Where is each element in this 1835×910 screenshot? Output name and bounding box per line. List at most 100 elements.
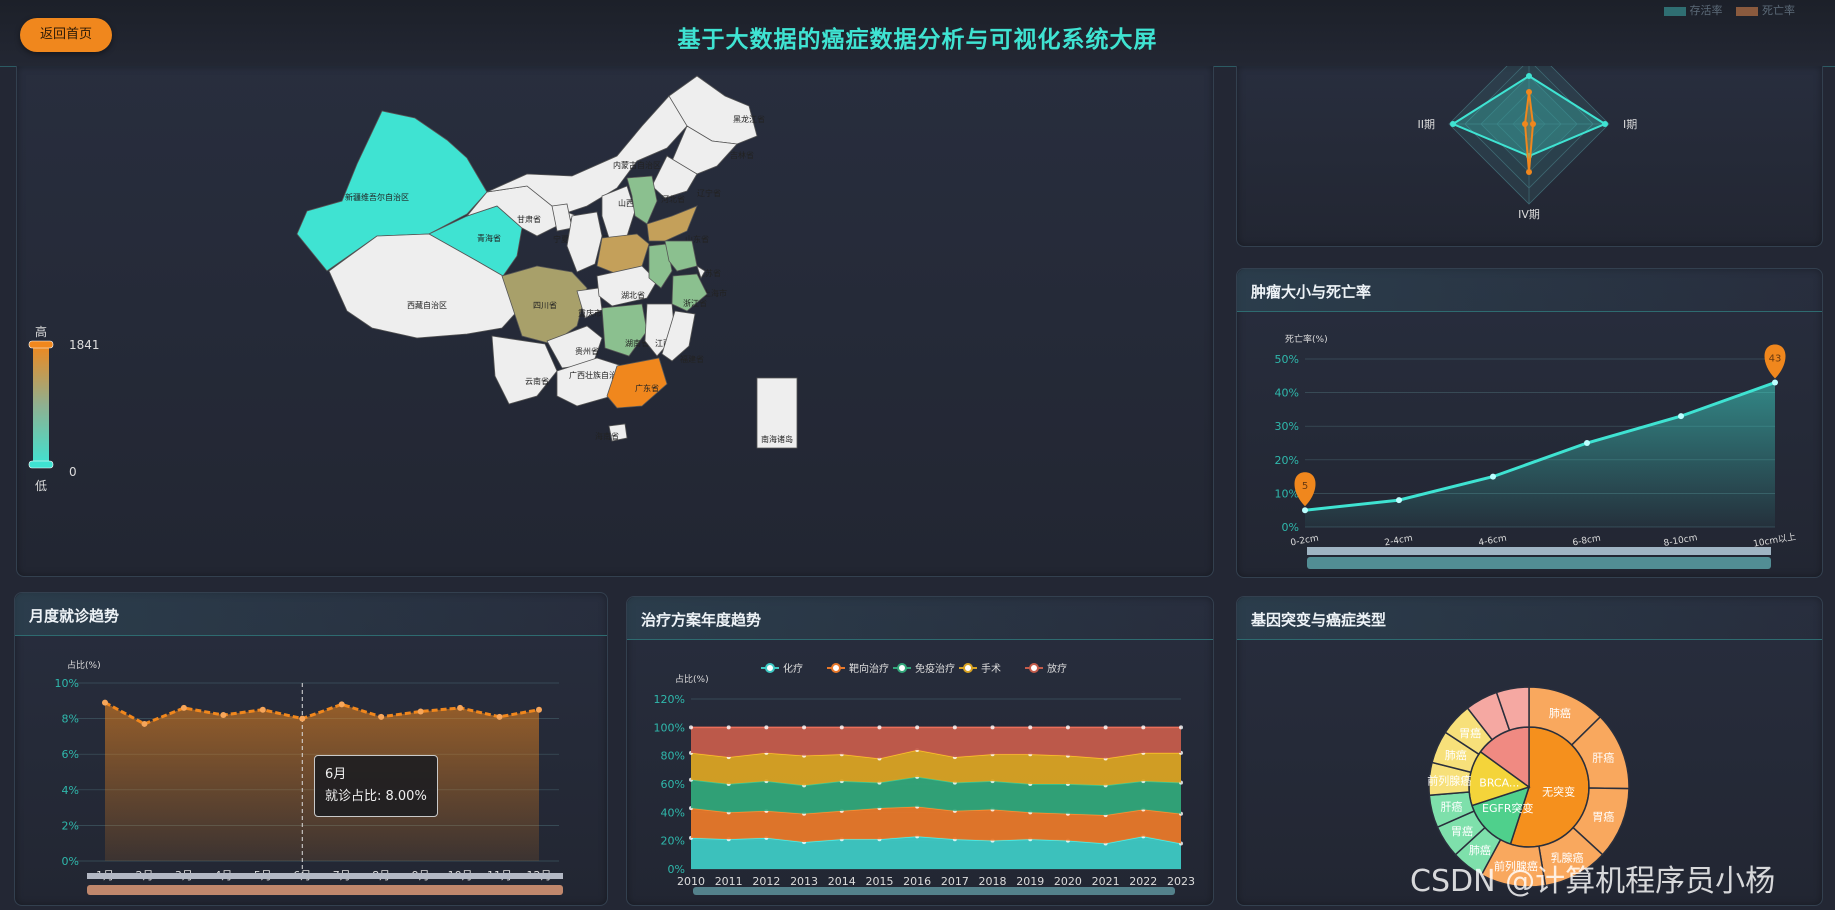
y-tick-label: 100% (654, 721, 685, 734)
map-region[interactable] (596, 265, 658, 307)
x-tick-label: 2020 (1054, 875, 1082, 888)
x-tick-label: 2023 (1167, 875, 1195, 888)
sunburst-outer-label: 胃癌 (1451, 824, 1473, 838)
top-legend: 存活率 死亡率 (1654, 2, 1795, 18)
radar-axis-label: IV期 (1518, 208, 1540, 221)
map-regions: 新疆维吾尔自治区青海省西藏自治区甘肃省内蒙古自治区黑龙江省吉林省辽宁省宁夏回族自… (296, 75, 798, 449)
x-tick-label: 0-2cm (1290, 534, 1320, 549)
y-tick-label: 50% (1275, 353, 1299, 366)
map-region[interactable] (668, 75, 758, 145)
tumor-point (1396, 497, 1402, 504)
x-tick-label: 2010 (677, 875, 705, 888)
radar-point (1450, 121, 1456, 127)
watermark: CSDN @计算机程序员小杨 (1410, 864, 1776, 899)
stack-point (1141, 725, 1146, 730)
x-tick-label: 4-6cm (1478, 534, 1508, 549)
radar-point (1602, 121, 1608, 127)
y-tick-label: 6% (62, 748, 79, 761)
monthly-point (180, 704, 187, 711)
y-tick-label: 0% (62, 855, 79, 868)
map-panel: 新疆维吾尔自治区青海省西藏自治区甘肃省内蒙古自治区黑龙江省吉林省辽宁省宁夏回族自… (16, 66, 1214, 577)
x-tick-label: 2017 (941, 875, 969, 888)
stack-point (1103, 725, 1108, 730)
zoom-slider (693, 887, 1175, 895)
y-tick-label: 20% (661, 835, 685, 848)
map-region[interactable] (491, 335, 558, 405)
x-tick-label: 2014 (828, 875, 856, 888)
map-region-label: 甘肃省 (517, 214, 541, 224)
monthly-point (299, 715, 306, 722)
map-region[interactable] (566, 211, 603, 273)
map-region[interactable] (601, 185, 636, 239)
y-tick-label: 10% (55, 677, 79, 690)
stack-point (802, 725, 807, 730)
china-map[interactable]: 新疆维吾尔自治区青海省西藏自治区甘肃省内蒙古自治区黑龙江省吉林省辽宁省宁夏回族自… (17, 66, 1213, 576)
y-tick-label: 2% (62, 819, 79, 832)
monthly-point (338, 701, 345, 708)
x-tick-label: 2022 (1129, 875, 1157, 888)
zoom-slider (87, 885, 563, 895)
radar-point (1526, 89, 1532, 95)
visual-map-handle-top (28, 340, 54, 349)
x-tick-label: 2013 (790, 875, 818, 888)
map-region-label: 辽宁省 (697, 188, 721, 198)
monthly-point (259, 706, 266, 713)
map-region-label: 四川省 (533, 300, 557, 310)
monthly-panel: 月度就诊趋势 占比(%)0%2%4%6%8%10%1月2月3月4月5月6月7月8… (14, 592, 608, 906)
legend-label-death: 死亡率 (1762, 4, 1795, 17)
sunburst-outer-label: 胃癌 (1592, 810, 1614, 824)
legend-label: 化疗 (783, 662, 803, 675)
stack-point (1065, 725, 1070, 730)
treatment-stacked-area-chart[interactable]: 占比(%)0%20%40%60%80%100%120%化疗 靶向治疗 免疫治疗 手术放… (627, 597, 1213, 905)
x-tick-label: 2018 (979, 875, 1007, 888)
tumor-area (1305, 382, 1775, 527)
legend-marker (765, 663, 775, 673)
legend-swatch-death (1736, 6, 1758, 16)
zoom-slider (1307, 557, 1771, 569)
chart-tooltip: 6月 就诊占比: 8.00% (314, 755, 438, 817)
x-tick-label: 2015 (865, 875, 893, 888)
visual-map-max: 1841 (69, 338, 100, 352)
visual-map-handle-bottom (28, 460, 54, 469)
sunburst-outer-label: 前列腺癌 (1427, 773, 1471, 787)
marker-label: 43 (1769, 354, 1782, 365)
legend-marker (831, 663, 841, 673)
radar-axis-label: I期 (1623, 118, 1637, 131)
y-tick-label: 120% (654, 693, 685, 706)
stack-point (839, 725, 844, 730)
monthly-point (536, 706, 542, 713)
monthly-point (220, 712, 227, 719)
legend-label: 手术 (981, 662, 1001, 675)
sunburst-outer-label: 肝癌 (1592, 750, 1614, 764)
x-tick-label: 2-4cm (1384, 534, 1414, 549)
monthly-point (496, 713, 503, 720)
stack-point (990, 725, 995, 730)
map-region-label: 福建省 (680, 354, 704, 364)
sunburst-inner-label: 无突变 (1542, 785, 1575, 799)
monthly-point (457, 704, 464, 711)
x-tick-label: 2021 (1092, 875, 1120, 888)
map-region-label: 内蒙古自治区 (613, 160, 661, 170)
x-tick-label: 2012 (752, 875, 780, 888)
tumor-point (1584, 440, 1590, 446)
stack-point (726, 725, 731, 730)
sunburst-outer-label: 肺癌 (1549, 706, 1571, 720)
visual-map-high-label: 高 (35, 324, 47, 339)
stage-radar-chart[interactable]: III期I期IV期II期 (1237, 66, 1822, 246)
monthly-area-chart[interactable]: 占比(%)0%2%4%6%8%10%1月2月3月4月5月6月7月8月9月10月1… (15, 593, 607, 905)
map-region-label: 新疆维吾尔自治区 (345, 192, 409, 202)
tumor-point (1678, 413, 1684, 420)
tumor-panel: 肿瘤大小与死亡率 死亡率(%) 0% 10% 20% 30% 40% 50% 0-2cm 2-4… (1236, 268, 1823, 578)
tumor-line-chart[interactable]: 死亡率(%)0%10%20%30%40%50%0-2cm 2-4cm 4-6cm 6-… (1237, 269, 1822, 577)
zoom-track (87, 873, 563, 879)
tumor-point (1772, 379, 1778, 386)
radar-point (1526, 169, 1532, 175)
map-region[interactable] (601, 303, 648, 357)
map-region-label: 西藏自治区 (407, 300, 447, 310)
y-tick-label: 30% (1275, 420, 1299, 433)
map-region-label: 广东省 (635, 383, 659, 393)
radar-axis-label: II期 (1418, 118, 1436, 131)
stack-point (952, 725, 957, 730)
stack-point (764, 725, 769, 730)
marker-label: 5 (1302, 481, 1308, 492)
